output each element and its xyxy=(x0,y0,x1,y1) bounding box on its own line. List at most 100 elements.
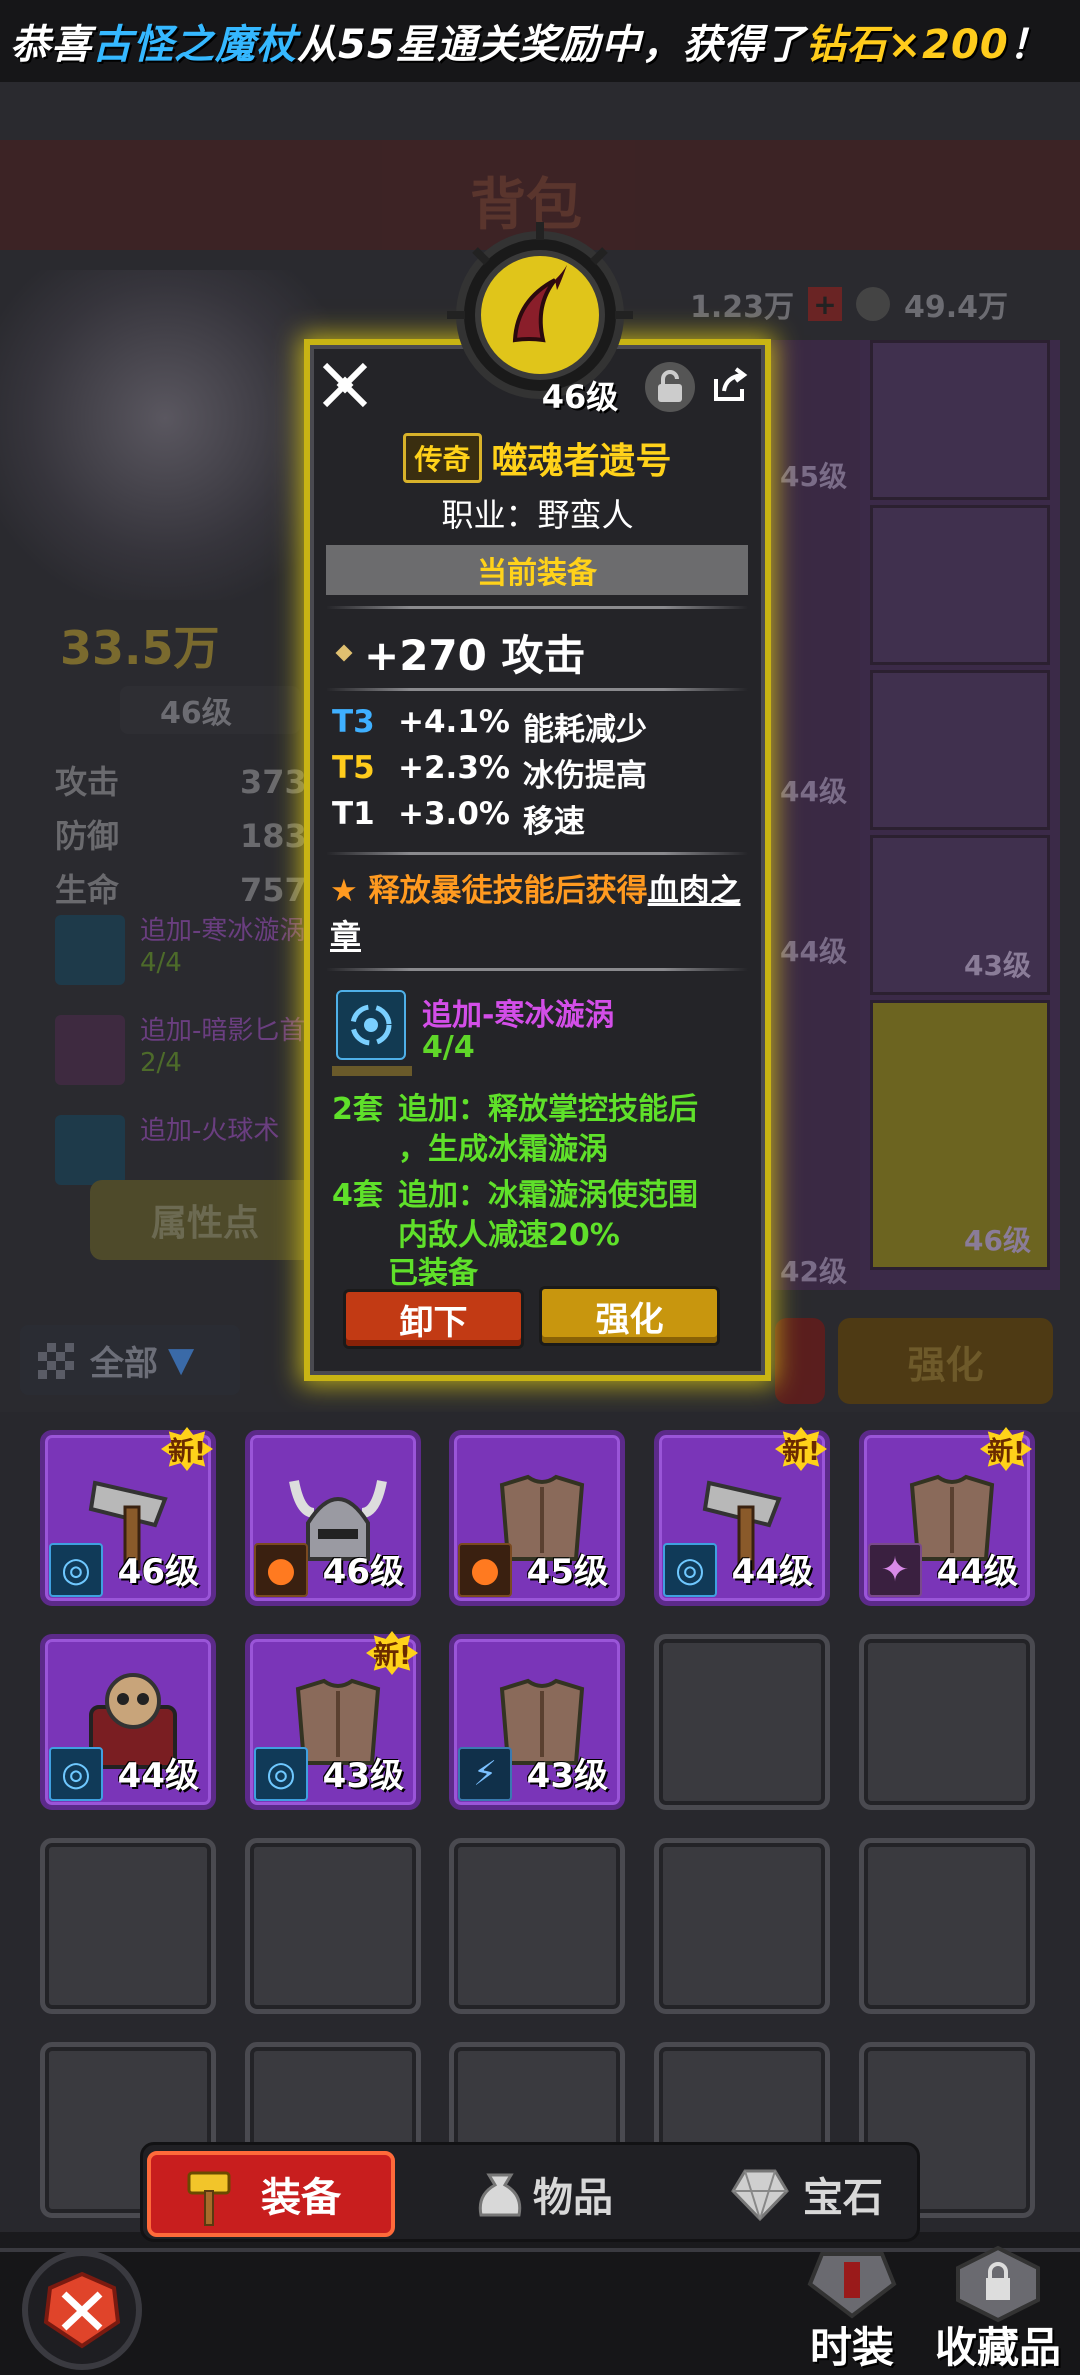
fireball-icon xyxy=(55,1115,125,1185)
empty-slot[interactable] xyxy=(859,1634,1035,1810)
inventory-item[interactable]: ◎ 44级 xyxy=(40,1634,216,1810)
resource-bar: 1.23万 + 49.4万 xyxy=(690,278,1060,330)
grid-icon xyxy=(38,1343,74,1379)
collection-button[interactable]: 收藏品 xyxy=(928,2240,1068,2375)
crossed-swords-icon xyxy=(43,2271,121,2349)
item-level: 44级 xyxy=(117,1756,199,1796)
banner-text-1: 恭喜 xyxy=(10,22,92,68)
divider xyxy=(326,968,748,971)
armor-icon xyxy=(807,2252,897,2319)
inventory-item[interactable]: ⚡ 43级 xyxy=(449,1634,625,1810)
dismantle-icon[interactable] xyxy=(312,352,378,418)
empty-slot[interactable] xyxy=(449,1838,625,2014)
special-effect: ★ 释放暴徒技能后获得血肉之章 xyxy=(330,873,741,955)
bottom-tab-bar: 装备 物品 宝石 xyxy=(140,2142,920,2242)
gem-socket-icon: ◎ xyxy=(49,1543,103,1597)
hero-portrait xyxy=(0,270,330,600)
equip-slot[interactable] xyxy=(870,505,1050,665)
share-icon[interactable] xyxy=(705,360,755,410)
add-resource-icon[interactable]: + xyxy=(808,287,843,321)
item-level: 44级 xyxy=(936,1552,1018,1592)
vortex-set-icon xyxy=(336,990,406,1060)
item-level: 44级 xyxy=(731,1552,813,1592)
resource-b-value: 49.4万 xyxy=(904,290,1009,325)
set-count: 4/4 xyxy=(422,1030,475,1065)
set-row: 追加-寒冰漩涡 4/4 xyxy=(55,915,315,1015)
background-red-button[interactable] xyxy=(775,1318,825,1404)
set-bonus-4: 4套 追加：冰霜漩涡使范围 内敌人减速20% xyxy=(332,1178,698,1253)
divider xyxy=(326,606,748,609)
current-equip-header: 当前装备 xyxy=(326,545,748,595)
dagger-icon xyxy=(55,1015,125,1085)
inventory-grid: ◎ 46级 新! ● 46级 ● 45级 ◎ 44级 新! ✦ 44级 新! ◎ 44级 ◎ 43级 新! ⚡ 43级 xyxy=(0,1412,1080,2232)
inventory-item[interactable]: ◎ 46级 新! xyxy=(40,1427,216,1606)
game-screen: 恭喜 古怪之魔杖 从55星通关奖励中，获得了 钻石×200 ！ 背包 1.23万… xyxy=(0,0,1080,2375)
empty-slot[interactable] xyxy=(245,1838,421,2014)
lock-icon[interactable] xyxy=(645,362,695,412)
empty-slot[interactable] xyxy=(654,1838,830,2014)
lockbox-icon xyxy=(956,2245,1040,2323)
background-enhance-button[interactable]: 强化 xyxy=(838,1318,1053,1404)
filter-dropdown[interactable]: 全部 ▼ xyxy=(20,1325,240,1395)
affix-row: T3 +4.1% 能耗减少 xyxy=(332,704,647,748)
inventory-item[interactable]: ● 45级 xyxy=(449,1430,625,1606)
set-row: 追加-暗影匕首 2/4 xyxy=(55,1015,315,1115)
gem-socket-icon: ◎ xyxy=(254,1747,308,1801)
inventory-item[interactable]: ● 46级 xyxy=(245,1430,421,1606)
gem-socket-icon: ✦ xyxy=(868,1543,922,1597)
empty-slot[interactable] xyxy=(859,1838,1035,2014)
set-progress-bar xyxy=(332,1066,412,1076)
empty-slot[interactable] xyxy=(40,1838,216,2014)
hammer-icon xyxy=(187,2171,231,2226)
hero-level: 46级 xyxy=(120,686,300,734)
coin-icon xyxy=(856,287,891,321)
banner-player: 古怪之魔杖 xyxy=(92,22,297,68)
equip-slot-selected[interactable]: 46级 xyxy=(870,1000,1050,1270)
vortex-icon xyxy=(55,915,125,985)
gem-icon xyxy=(731,2169,789,2222)
attribute-points-button[interactable]: 属性点 xyxy=(90,1180,320,1260)
empty-slot[interactable] xyxy=(654,1634,830,1810)
equip-slot[interactable]: 43级 xyxy=(870,835,1050,995)
main-attribute: +270 攻击 xyxy=(335,622,586,683)
tab-equipment[interactable]: 装备 xyxy=(147,2151,395,2237)
gem-socket-icon: ◎ xyxy=(49,1747,103,1801)
bag-icon xyxy=(478,2173,522,2217)
gem-socket-icon: ● xyxy=(254,1543,308,1597)
item-level: 43级 xyxy=(526,1756,608,1796)
background-set-list: 追加-寒冰漩涡 4/4 追加-暗影匕首 2/4 追加-火球术 xyxy=(55,915,315,1215)
affix-row: T1 +3.0% 移速 xyxy=(332,796,585,840)
affix-row: T5 +2.3% 冰伤提高 xyxy=(332,750,647,794)
fashion-button[interactable]: 时装 xyxy=(782,2240,922,2375)
banner-reward: 钻石×200 xyxy=(805,22,1009,68)
item-level: 45级 xyxy=(526,1552,608,1592)
enhance-button[interactable]: 强化 xyxy=(539,1286,720,1346)
inventory-item[interactable]: ◎ 44级 新! xyxy=(654,1427,830,1606)
item-name: 噬魂者遗号 xyxy=(491,441,672,482)
unequip-button[interactable]: 卸下 xyxy=(343,1289,524,1349)
gem-socket-icon: ⚡ xyxy=(458,1747,512,1801)
resource-a-value: 1.23万 xyxy=(690,290,795,325)
banner-text-2: 从55星通关奖励中，获得了 xyxy=(297,22,806,68)
background-equip-slots: 43级 46级 xyxy=(860,340,1060,1290)
item-class: 职业：野蛮人 xyxy=(441,496,634,534)
star-icon: ★ xyxy=(330,873,358,909)
equip-slot[interactable] xyxy=(870,670,1050,830)
diamond-icon xyxy=(335,644,353,661)
inventory-item[interactable]: ◎ 43级 新! xyxy=(245,1631,421,1810)
combat-power: 33.5万 xyxy=(60,621,220,675)
set-bonus-2: 2套 追加：释放掌控技能后 ，生成冰霜漩涡 xyxy=(332,1092,698,1167)
gem-socket-icon: ◎ xyxy=(663,1543,717,1597)
set-name: 追加-寒冰漩涡 xyxy=(422,998,615,1033)
inventory-item[interactable]: ✦ 44级 新! xyxy=(859,1427,1035,1606)
tab-items[interactable]: 物品 xyxy=(443,2151,663,2237)
item-level: 43级 xyxy=(322,1756,404,1796)
divider xyxy=(326,852,748,855)
equip-slot[interactable] xyxy=(870,340,1050,500)
back-button[interactable] xyxy=(22,2250,142,2370)
announcement-banner: 恭喜 古怪之魔杖 从55星通关奖励中，获得了 钻石×200 ！ xyxy=(0,0,1080,82)
divider xyxy=(326,688,748,691)
item-level: 46级 xyxy=(322,1552,404,1592)
chevron-down-icon: ▼ xyxy=(168,1340,195,1380)
tab-gems[interactable]: 宝石 xyxy=(703,2151,913,2237)
